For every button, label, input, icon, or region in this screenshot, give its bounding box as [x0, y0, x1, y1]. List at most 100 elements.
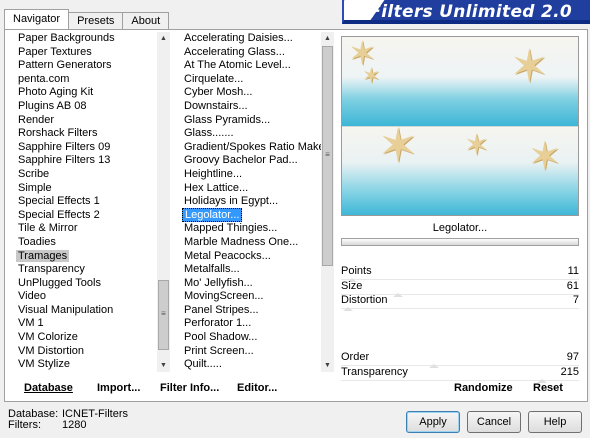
list-item[interactable]: At The Atomic Level... — [181, 59, 322, 73]
list-item[interactable]: Accelerating Daisies... — [181, 32, 322, 46]
list-item-label: Glass Pyramids... — [184, 113, 271, 126]
scroll-up-icon[interactable]: ▲ — [321, 32, 334, 45]
category-scrollbar[interactable]: ▲ ≡ ▼ — [157, 32, 170, 372]
list-item-label: Panel Stripes... — [184, 303, 259, 316]
list-item[interactable]: Cyber Mosh... — [181, 86, 322, 100]
param-slider-transparency[interactable]: Transparency 215 — [341, 365, 579, 383]
list-item-label: Cirquelate... — [184, 72, 244, 85]
slider-thumb[interactable] — [343, 307, 353, 311]
list-item[interactable]: Legolator... — [181, 207, 322, 223]
list-item[interactable]: Special Effects 2 — [15, 209, 157, 223]
param-slider-points[interactable]: Points 11 — [341, 264, 579, 282]
list-item[interactable]: Pattern Generators — [15, 59, 157, 73]
list-item[interactable]: Print Screen... — [181, 345, 322, 359]
list-item[interactable]: Groovy Bachelor Pad... — [181, 154, 322, 168]
list-item[interactable]: Panel Stripes... — [181, 304, 322, 318]
list-item[interactable]: Glass....... — [181, 127, 322, 141]
list-item[interactable]: Heightline... — [181, 168, 322, 182]
filter-info-button[interactable]: Filter Info... — [160, 382, 219, 394]
list-item[interactable]: MovingScreen... — [181, 290, 322, 304]
randomize-button[interactable]: Randomize — [454, 382, 513, 394]
param-slider-distortion[interactable]: Distortion 7 — [341, 293, 579, 311]
list-item[interactable]: Video — [15, 290, 157, 304]
list-item-label: Groovy Bachelor Pad... — [184, 154, 298, 167]
list-item[interactable]: UnPlugged Tools — [15, 277, 157, 291]
starfish-icon: ✶ — [362, 63, 381, 88]
list-item-label: Render — [18, 113, 55, 126]
list-item-label: UnPlugged Tools — [18, 276, 101, 289]
list-item[interactable]: Cirquelate... — [181, 73, 322, 87]
list-item-label: Mapped Thingies... — [184, 222, 278, 235]
list-item-label: Scribe — [18, 167, 50, 180]
list-item[interactable]: Glass Pyramids... — [181, 114, 322, 128]
param-slider-order[interactable]: Order 97 — [341, 350, 579, 368]
editor-button[interactable]: Editor... — [237, 382, 277, 394]
list-item[interactable]: penta.com — [15, 73, 157, 87]
database-button[interactable]: Database — [24, 382, 73, 394]
filter-list[interactable]: Accelerating Daisies... Accelerating Glas… — [181, 32, 322, 372]
help-button[interactable]: Help — [528, 411, 582, 433]
scroll-thumb[interactable]: ≡ — [158, 280, 169, 350]
tab-about[interactable]: About — [122, 12, 170, 29]
scroll-up-icon[interactable]: ▲ — [157, 32, 170, 45]
list-item[interactable]: Perforator 1... — [181, 317, 322, 331]
list-item[interactable]: VM Colorize — [15, 331, 157, 345]
list-item[interactable]: Transparency — [15, 263, 157, 277]
banner-title: Filters Unlimited 2.0 — [369, 2, 572, 22]
list-item-label: Metalfalls... — [184, 263, 240, 276]
list-item[interactable]: Metalfalls... — [181, 263, 322, 277]
list-item[interactable]: Photo Aging Kit — [15, 86, 157, 100]
list-item[interactable]: Toadies — [15, 236, 157, 250]
list-item[interactable]: VM 1 — [15, 317, 157, 331]
starfish-icon: ✶ — [378, 120, 419, 173]
list-item[interactable]: Hex Lattice... — [181, 182, 322, 196]
list-item[interactable]: Rorshack Filters — [15, 127, 157, 141]
list-item[interactable]: Tile & Mirror — [15, 222, 157, 236]
list-item[interactable]: Quilt..... — [181, 358, 322, 372]
list-item[interactable]: VM Distortion — [15, 345, 157, 359]
list-item[interactable]: Simple — [15, 182, 157, 196]
list-item-label: Plugins AB 08 — [18, 99, 87, 112]
list-item[interactable]: Metal Peacocks... — [181, 250, 322, 264]
param-value: 7 — [572, 294, 579, 306]
list-item[interactable]: Paper Backgrounds — [15, 32, 157, 46]
list-item[interactable]: Mo' Jellyfish... — [181, 277, 322, 291]
slider-track[interactable] — [341, 308, 579, 309]
list-item[interactable]: Scribe — [15, 168, 157, 182]
category-list[interactable]: Paper Backgrounds Paper Textures Pattern G… — [15, 32, 157, 372]
list-item[interactable]: Accelerating Glass... — [181, 46, 322, 60]
list-item-label: VM 1 — [18, 317, 44, 330]
list-item[interactable]: Pool Shadow... — [181, 331, 322, 345]
list-item-label: penta.com — [18, 72, 70, 85]
list-item[interactable]: Gradient/Spokes Ratio Maker... — [181, 141, 322, 155]
list-item-label: Photo Aging Kit — [18, 86, 94, 99]
tab-navigator[interactable]: Navigator — [4, 9, 70, 29]
list-item[interactable]: Plugins AB 08 — [15, 100, 157, 114]
list-item[interactable]: Visual Manipulation — [15, 304, 157, 318]
starfish-icon: ✶ — [510, 40, 549, 92]
list-item[interactable]: Paper Textures — [15, 46, 157, 60]
apply-button[interactable]: Apply — [406, 411, 460, 433]
list-item-label: Heightline... — [184, 167, 243, 180]
tab-presets[interactable]: Presets — [68, 12, 124, 29]
list-item[interactable]: Mapped Thingies... — [181, 222, 322, 236]
list-item[interactable]: Special Effects 1 — [15, 195, 157, 209]
cancel-button[interactable]: Cancel — [467, 411, 521, 433]
import-button[interactable]: Import... — [97, 382, 140, 394]
scroll-down-icon[interactable]: ▼ — [157, 359, 170, 372]
scroll-thumb[interactable]: ≡ — [322, 46, 333, 266]
list-item[interactable]: VM Stylize — [15, 358, 157, 372]
list-item[interactable]: Sapphire Filters 13 — [15, 154, 157, 168]
reset-button[interactable]: Reset — [533, 382, 563, 394]
filter-scrollbar[interactable]: ▲ ≡ ▼ — [321, 32, 334, 372]
list-item[interactable]: Tramages — [15, 249, 157, 264]
list-item[interactable]: Render — [15, 114, 157, 128]
list-item[interactable]: Sapphire Filters 09 — [15, 141, 157, 155]
list-item[interactable]: Marble Madness One... — [181, 236, 322, 250]
param-slider-size[interactable]: Size 61 — [341, 279, 579, 297]
list-item-label: Transparency — [18, 263, 85, 276]
param-value: 215 — [560, 366, 579, 378]
list-item[interactable]: Holidays in Egypt... — [181, 195, 322, 209]
scroll-down-icon[interactable]: ▼ — [321, 359, 334, 372]
list-item[interactable]: Downstairs... — [181, 100, 322, 114]
